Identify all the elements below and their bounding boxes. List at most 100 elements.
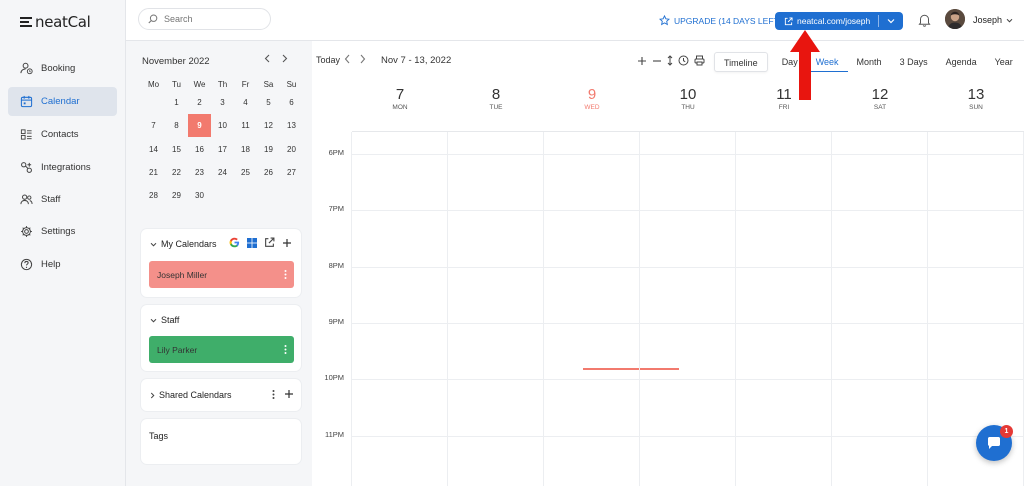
mini-calendar-day[interactable]: 4 [234,98,257,107]
print-icon[interactable] [694,55,705,66]
mini-calendar-day[interactable]: 14 [142,145,165,154]
mini-calendar-day[interactable]: 7 [142,121,165,130]
nav-label-help: Help [41,259,61,270]
day-header-sat[interactable]: 12 SAT [832,79,928,111]
mini-calendar-day[interactable]: 9 [188,114,211,138]
nav-item-contacts[interactable]: Contacts [8,120,117,149]
upgrade-label: UPGRADE (14 DAYS LEFT) [674,15,782,26]
mini-calendar-day[interactable]: 6 [280,98,303,107]
mini-calendar-day[interactable]: 15 [165,145,188,154]
view-agenda[interactable]: Agenda [937,52,986,72]
upgrade-link[interactable]: UPGRADE (14 DAYS LEFT) [659,15,782,26]
chevron-down-icon[interactable] [150,318,157,323]
mini-calendar-day[interactable]: 22 [165,168,188,177]
view-3-days[interactable]: 3 Days [891,52,937,72]
clock-icon[interactable] [678,55,689,66]
calendar-icon [20,95,33,108]
mini-calendar-week: 14 15 16 17 18 19 20 [142,138,303,161]
notifications-button[interactable] [918,13,931,27]
nav-item-integrations[interactable]: Integrations [8,153,117,182]
google-icon[interactable] [229,237,240,248]
booking-link-dropdown[interactable] [879,12,903,30]
day-header-thu[interactable]: 10 THU [640,79,736,111]
mini-calendar-day[interactable]: 17 [211,145,234,154]
mini-calendar-day[interactable]: 5 [257,98,280,107]
search-input[interactable] [164,14,264,24]
nav-item-help[interactable]: Help [8,250,117,279]
chevron-right-icon[interactable] [150,392,155,399]
view-timeline[interactable]: Timeline [714,52,768,72]
plus-icon[interactable] [282,238,292,248]
mini-calendar-day[interactable]: 8 [165,121,188,130]
view-month[interactable]: Month [848,52,891,72]
mini-calendar-day[interactable]: 3 [211,98,234,107]
mini-calendar-day[interactable]: 21 [142,168,165,177]
mini-calendar-day[interactable]: 13 [280,121,303,130]
grid-hour-line [352,379,1024,381]
nav-item-booking[interactable]: Booking [8,54,117,83]
chevron-left-icon[interactable] [344,54,350,64]
calendar-item-lily-parker[interactable]: Lily Parker [149,336,294,363]
mini-calendar-day[interactable]: 27 [280,168,303,177]
mini-calendar-day[interactable]: 25 [234,168,257,177]
microsoft-icon[interactable] [247,237,257,248]
staff-card: Staff Lily Parker [141,305,301,371]
mini-calendar: November 2022 Mo Tu We Th Fr Sa Su 1 2 3 4 5 6 7 8 9 10 1… [142,54,304,200]
app-logo[interactable]: neatCal [20,13,91,31]
zoom-out-icon[interactable] [652,56,662,66]
nav-item-staff[interactable]: Staff [8,185,117,214]
chevron-right-icon[interactable] [282,54,288,63]
day-header-sun[interactable]: 13 SUN [928,79,1024,111]
mini-calendar-day[interactable]: 28 [142,191,165,200]
calendar-item-joseph-miller[interactable]: Joseph Miller [149,261,294,288]
view-year[interactable]: Year [986,52,1022,72]
chevron-down-icon[interactable] [150,242,157,247]
mini-calendar-day[interactable]: 18 [234,145,257,154]
mini-calendar-day[interactable]: 11 [234,121,257,130]
mini-calendar-day[interactable]: 30 [188,191,211,200]
expand-vertical-icon[interactable] [667,55,673,66]
mini-calendar-day[interactable]: 20 [280,145,303,154]
mini-calendar-day[interactable]: 12 [257,121,280,130]
mini-calendar-day[interactable]: 29 [165,191,188,200]
nav-item-settings[interactable]: Settings [8,217,117,246]
external-link-icon[interactable] [264,237,275,248]
day-header-mon[interactable]: 7 MON [352,79,448,111]
logo-text: neatCal [35,13,91,31]
avatar[interactable] [945,9,965,29]
weekday-label: Th [217,79,228,89]
grid-column-line [447,132,448,486]
today-button[interactable]: Today [316,55,340,65]
logo-mark-icon [20,17,32,27]
mini-calendar-today[interactable]: 9 [188,114,211,138]
mini-calendar-day[interactable]: 19 [257,145,280,154]
mini-calendar-day[interactable]: 23 [188,168,211,177]
grid-hour-line [352,210,1024,212]
zoom-in-icon[interactable] [637,56,647,66]
mini-calendar-day[interactable]: 24 [211,168,234,177]
more-vertical-icon[interactable] [284,345,287,354]
mini-calendar-day[interactable]: 1 [165,98,188,107]
calendar-item-label: Joseph Miller [157,269,208,280]
nav-item-calendar[interactable]: Calendar [8,87,117,116]
chevron-right-icon[interactable] [360,54,366,64]
user-menu[interactable]: Joseph [973,15,1013,25]
day-header-wed[interactable]: 9 WED [544,79,640,111]
search-box[interactable] [138,8,271,30]
mini-calendar-day[interactable]: 16 [188,145,211,154]
day-number: 12 [871,86,889,103]
staff-title: Staff [161,315,180,325]
chevron-left-icon[interactable] [264,54,270,63]
more-vertical-icon[interactable] [272,389,275,399]
mini-calendar-day[interactable]: 26 [257,168,280,177]
my-calendars-card: My Calendars Joseph Miller [141,229,301,297]
mini-calendar-day[interactable]: 10 [211,121,234,130]
day-header-tue[interactable]: 8 TUE [448,79,544,111]
mini-calendar-day[interactable]: 2 [188,98,211,107]
week-grid[interactable] [351,131,1024,486]
day-number: 8 [491,86,501,103]
day-of-week: SUN [969,104,983,111]
more-vertical-icon[interactable] [284,270,287,279]
nav-label-settings: Settings [41,226,76,237]
plus-icon[interactable] [284,389,294,399]
